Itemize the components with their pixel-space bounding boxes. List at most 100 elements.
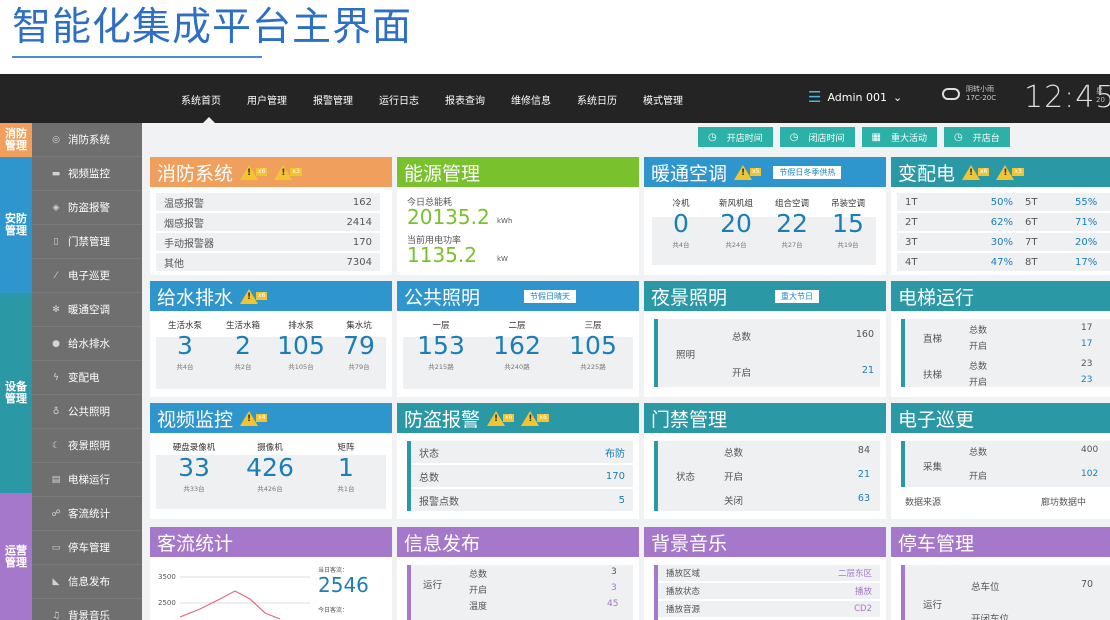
panel-fire[interactable]: 消防系统 x6 x3 温感报警162 烟感报警2414 手动报警器170 其他7…: [150, 157, 392, 275]
panel-intrusion-alarm[interactable]: 防盗报警 x6 x6 状态布防 总数170 报警点数5: [397, 403, 639, 519]
sidebar-item-alarm[interactable]: ◈ 防盗报警: [32, 191, 142, 225]
patrol-total-label: 总数: [969, 448, 988, 458]
panel-title: 暖通空调: [651, 162, 728, 185]
calendar-icon: ▦: [871, 131, 881, 143]
table-row: 播放区域 二层东区: [658, 565, 880, 581]
warning-icon[interactable]: x6: [487, 410, 515, 426]
escalator-on-value: 23: [1081, 375, 1093, 385]
stat-cell: 集水坑 79 共79台: [343, 321, 375, 371]
main-nav: 系统首页 用户管理 报警管理 运行日志 报表查询 维修信息 系统日历 模式管理: [181, 92, 709, 107]
sidebar-item-parking[interactable]: ▭ 停车管理: [32, 531, 142, 565]
username: Admin 001: [827, 90, 888, 104]
power-table: 1T 50% 5T 55% 2T 62% 6T 71% 3T 30% 7T 20% 4T 47% 8T…: [897, 193, 1110, 273]
panel-traffic[interactable]: 客流统计 3500 2500 当日客流： 2546 今日客流：: [150, 527, 392, 620]
sidebar-item-elevator[interactable]: ▤ 电梯运行: [32, 463, 142, 497]
nav-maintenance[interactable]: 维修信息: [511, 92, 551, 107]
open-time-button[interactable]: ◷ 开店时间: [698, 127, 773, 147]
info-total-value: 3: [611, 567, 617, 577]
panel-info[interactable]: 信息发布 运行 总数 3 开启 3 温度 45: [397, 527, 639, 620]
panel-power[interactable]: 变配电 x6 x3 1T50%5T55% 2T62%6T71% 3T30%7T2…: [891, 157, 1110, 275]
patrol-total-value: 400: [1081, 445, 1099, 455]
action-bar: ◷ 开店时间 ◷ 闭店时间 ▦ 重大活动 ◷ 开店台: [698, 127, 1010, 147]
warning-icon[interactable]: x5: [734, 164, 762, 180]
nav-logs[interactable]: 运行日志: [379, 92, 419, 107]
panel-title: 电梯运行: [898, 286, 975, 309]
panel-water[interactable]: 给水排水 x6 生活水泵3共4台 生活水箱2共2台 排水泵105共105台 集水…: [150, 281, 392, 397]
stat-cell: 新风机组 20 共24台: [718, 199, 753, 249]
panel-access[interactable]: 门禁管理 状态 总数 84 开启 21 关闭 63: [644, 403, 886, 519]
warning-icon[interactable]: x3: [274, 164, 302, 180]
sidebar-group-operations: 运营管理: [0, 493, 32, 620]
warning-icon[interactable]: x6: [240, 288, 268, 304]
sidebar-item-lighting[interactable]: ♁ 公共照明: [32, 395, 142, 429]
patrol-on-value: 102: [1081, 469, 1099, 479]
sidebar-item-hvac[interactable]: ✻ 暖通空调: [32, 293, 142, 327]
panel-title: 信息发布: [404, 532, 481, 555]
parking-total-value: 70: [1081, 579, 1094, 590]
warning-icon[interactable]: x6: [521, 410, 549, 426]
panel-elevator[interactable]: 电梯运行 直梯 总数 17 开启 17 扶梯 总数 23 开启 23: [891, 281, 1110, 397]
sidebar-item-fire[interactable]: ◎ 消防系统: [32, 123, 142, 157]
panel-hvac[interactable]: 暖通空调 x5 节假日冬季供热 冷机0共4台 新风机组20共24台 组合空调22…: [644, 157, 886, 275]
nav-modes[interactable]: 模式管理: [643, 92, 683, 107]
panel-title: 电子巡更: [898, 408, 975, 431]
camera-icon: ▬: [51, 168, 61, 179]
table-row: 其他 7304: [156, 253, 380, 271]
sidebar-item-patrol[interactable]: ⁄ 电子巡更: [32, 259, 142, 293]
weather-temp: 17C-20C: [966, 94, 997, 102]
info-total-label: 总数: [469, 570, 488, 580]
table-row: 1T 50% 5T 55%: [897, 193, 1110, 211]
open-counter-button[interactable]: ◷ 开店台: [943, 127, 1010, 147]
close-time-button[interactable]: ◷ 闭店时间: [779, 127, 855, 147]
nav-calendar[interactable]: 系统日历: [577, 92, 617, 107]
night-on-label: 开启: [732, 368, 752, 379]
panel-patrol[interactable]: 电子巡更 采集 总数 400 开启 102 数据来源 廊坊数据中: [891, 403, 1110, 519]
panel-video[interactable]: 视频监控 x4 硬盘录像机33共33台 摄像机426共426台 矩阵1共1台: [150, 403, 392, 519]
panel-title: 防盗报警: [404, 408, 481, 431]
shield-icon: ◈: [52, 202, 60, 213]
panel-parking[interactable]: 停车管理 运行 总车位 70 开闭车位: [891, 527, 1110, 620]
data-source-label: 数据来源: [905, 498, 942, 508]
sidebar-item-video[interactable]: ▬ 视频监控: [32, 157, 142, 191]
sidebar-item-info[interactable]: ◣ 信息发布: [32, 565, 142, 599]
panel-music[interactable]: 背景音乐 播放区域 二层东区 播放状态 播放 播放音源 CD2: [644, 527, 886, 620]
user-menu[interactable]: ☰ Admin 001 ⌄: [808, 88, 902, 106]
nav-users[interactable]: 用户管理: [247, 92, 287, 107]
bolt-icon: ϟ: [53, 372, 59, 383]
sidebar-item-nightlight[interactable]: ☾ 夜景照明: [32, 429, 142, 463]
nav-reports[interactable]: 报表查询: [445, 92, 485, 107]
stat-cell: 吊装空调 15 共19台: [830, 199, 865, 249]
sidebar-item-traffic[interactable]: ☍ 客流统计: [32, 497, 142, 531]
access-closed-value: 63: [857, 493, 870, 504]
nav-alarms[interactable]: 报警管理: [313, 92, 353, 107]
menu-icon[interactable]: ☰: [808, 88, 821, 106]
panel-energy[interactable]: 能源管理 今日总能耗 20135.2 kWh 当前用电功率 1135.2 kW: [397, 157, 639, 275]
patrol-on-label: 开启: [969, 472, 988, 482]
panel-title: 消防系统: [157, 162, 234, 185]
panel-title: 变配电: [898, 162, 956, 185]
warning-icon[interactable]: x6: [240, 164, 268, 180]
sidebar-item-music[interactable]: ♫ 背景音乐: [32, 599, 142, 620]
sidebar-item-water[interactable]: ● 给水排水: [32, 327, 142, 361]
sidebar-item-power[interactable]: ϟ 变配电: [32, 361, 142, 395]
panel-lighting[interactable]: 公共照明 节假日晴天 一层 153 共215路 二层 162 共240路 三层 105 共2…: [397, 281, 639, 397]
patrol-icon: ⁄: [55, 270, 57, 281]
night-total-label: 总数: [732, 332, 752, 343]
panel-night-lighting[interactable]: 夜景照明 重大节日 照明 总数 160 开启 21: [644, 281, 886, 397]
traffic-line-chart: [180, 576, 310, 620]
chevron-down-icon[interactable]: ⌄: [893, 91, 902, 104]
access-open-label: 开启: [724, 472, 744, 483]
sidebar-item-access[interactable]: ▯ 门禁管理: [32, 225, 142, 259]
escalator-on-label: 开启: [969, 378, 988, 388]
y-tick-label: 2500: [158, 599, 176, 607]
major-event-button[interactable]: ▦ 重大活动: [861, 127, 937, 147]
weekday: 星: [1096, 87, 1103, 95]
warning-icon[interactable]: x4: [240, 410, 268, 426]
nav-home[interactable]: 系统首页: [181, 92, 221, 107]
warning-icon[interactable]: x6: [962, 164, 990, 180]
warning-icon[interactable]: x3: [996, 164, 1024, 180]
music-table: 播放区域 二层东区 播放状态 播放 播放音源 CD2: [658, 565, 880, 619]
drop-icon: ●: [52, 338, 60, 349]
clock-icon: ◷: [708, 131, 717, 143]
title-underline: [12, 56, 262, 58]
